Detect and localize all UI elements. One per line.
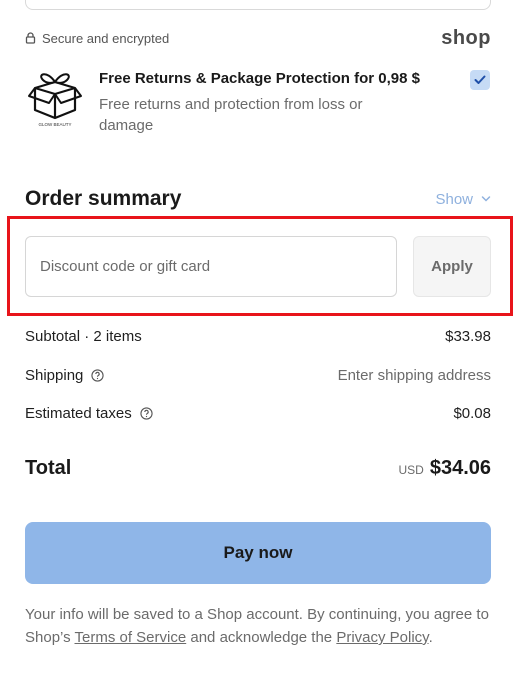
package-protection: GLOW BEAUTY Free Returns & Package Prote…: [25, 66, 491, 146]
help-icon[interactable]: [91, 368, 105, 382]
svg-text:GLOW BEAUTY: GLOW BEAUTY: [38, 122, 71, 127]
secure-notice: Secure and encrypted: [25, 31, 169, 46]
account-info-text: Your info will be saved to a Shop accoun…: [25, 603, 495, 649]
subtotal-row: Subtotal · 2 items $33.98: [25, 326, 491, 346]
protection-checkbox[interactable]: [470, 70, 490, 90]
shipping-label: Shipping: [25, 366, 84, 384]
subtotal-value: $33.98: [445, 327, 491, 345]
discount-code-input[interactable]: [25, 236, 397, 297]
total-row: Total USD $34.06: [25, 454, 491, 482]
info-middle: and acknowledge the: [186, 629, 337, 646]
secure-row: Secure and encrypted shop: [25, 26, 491, 50]
taxes-label: Estimated taxes: [25, 404, 132, 422]
order-summary-title: Order summary: [25, 187, 182, 210]
info-suffix: .: [428, 629, 433, 646]
total-value: $34.06: [429, 456, 491, 479]
subtotal-label: Subtotal · 2 items: [25, 327, 142, 345]
chevron-down-icon: [481, 196, 491, 202]
apply-button[interactable]: Apply: [413, 236, 491, 297]
order-summary-header: Order summary Show: [25, 184, 491, 214]
shipping-row: Shipping Enter shipping address: [25, 365, 491, 385]
shipping-value: Enter shipping address: [337, 366, 491, 384]
protection-title: Free Returns & Package Protection for 0,…: [99, 70, 420, 87]
show-summary-toggle[interactable]: Show: [435, 191, 491, 208]
currency-code: USD: [398, 462, 424, 477]
protection-description: Free returns and protection from loss or…: [99, 96, 363, 134]
gift-box-icon: GLOW BEAUTY: [28, 73, 82, 127]
taxes-row: Estimated taxes $0.08: [25, 403, 491, 423]
shop-logo: shop: [441, 26, 491, 49]
pay-now-button[interactable]: Pay now: [25, 522, 491, 584]
help-icon[interactable]: [140, 406, 153, 420]
total-amount: USD $34.06: [398, 457, 491, 480]
taxes-value: $0.08: [453, 404, 491, 422]
total-label: Total: [25, 456, 72, 479]
show-label: Show: [435, 190, 473, 208]
lock-icon: [25, 32, 36, 44]
checkmark-icon: [474, 75, 486, 84]
terms-of-service-link[interactable]: Terms of Service: [75, 629, 187, 646]
secure-text: Secure and encrypted: [42, 30, 170, 46]
privacy-policy-link[interactable]: Privacy Policy: [336, 629, 428, 646]
previous-field[interactable]: [25, 0, 491, 10]
